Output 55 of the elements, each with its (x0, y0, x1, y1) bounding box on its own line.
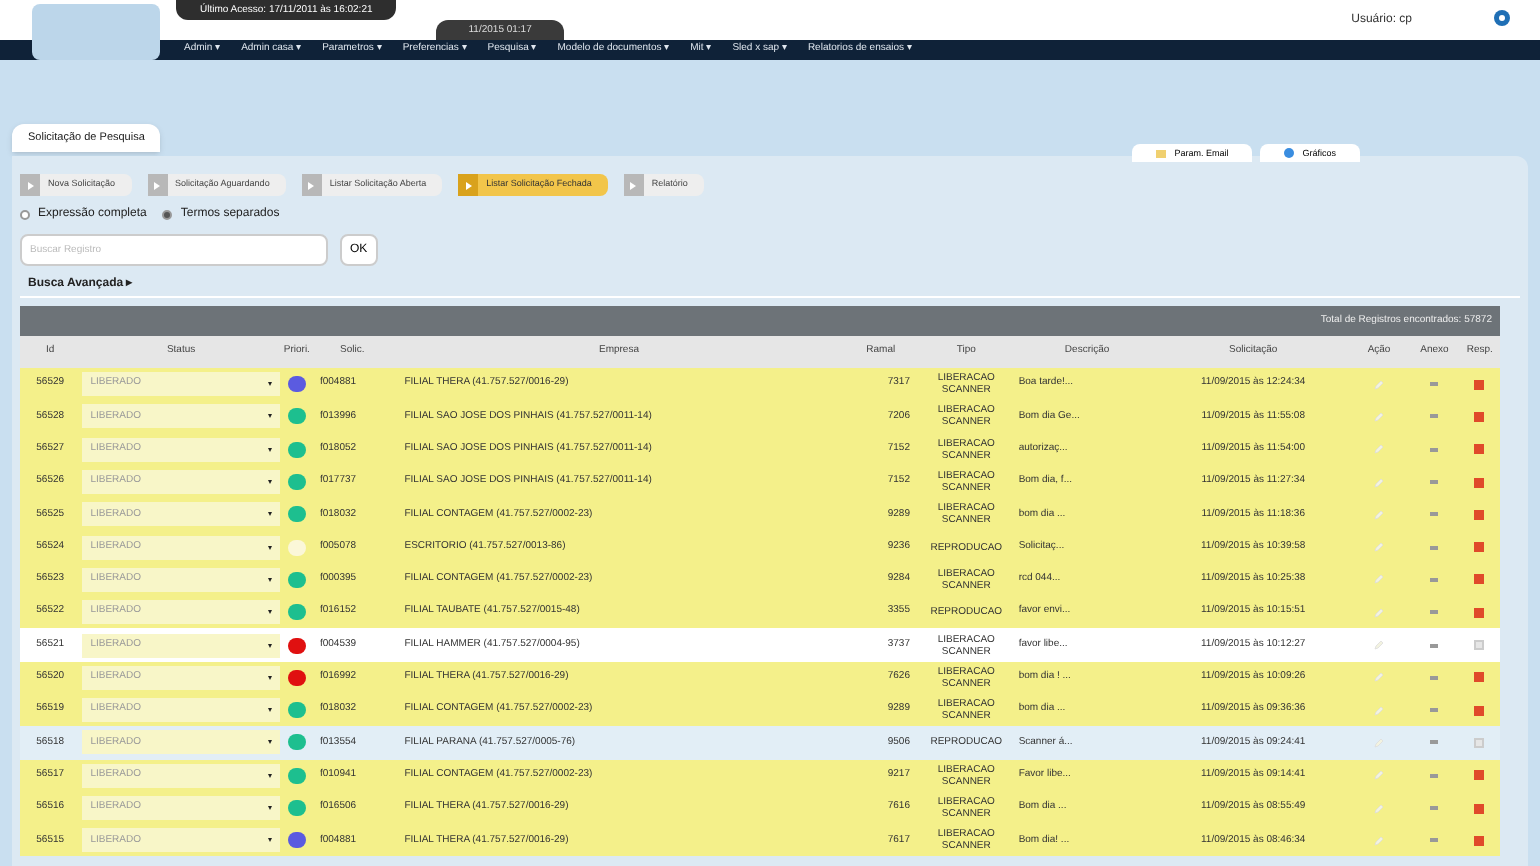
caret-icon (267, 740, 272, 745)
response-icon[interactable] (1474, 705, 1485, 716)
response-icon[interactable] (1474, 607, 1485, 618)
play-icon (154, 181, 161, 189)
response-icon[interactable] (1474, 835, 1485, 846)
response-icon[interactable] (1474, 574, 1485, 585)
caret-icon (267, 545, 272, 550)
attachment-icon[interactable] (1430, 382, 1439, 387)
response-icon[interactable] (1474, 640, 1485, 651)
caret-icon (267, 610, 272, 615)
mail-icon (1156, 149, 1167, 157)
response-icon[interactable] (1474, 379, 1485, 390)
caret-icon (267, 512, 272, 517)
response-icon[interactable] (1474, 444, 1485, 455)
response-icon[interactable] (1474, 477, 1485, 488)
chart-icon (1284, 148, 1295, 158)
attachment-icon[interactable] (1430, 545, 1439, 550)
attachment-icon[interactable] (1430, 675, 1439, 680)
radio-button[interactable] (162, 210, 173, 220)
caret-icon (267, 480, 272, 485)
response-icon[interactable] (1474, 542, 1485, 553)
caret-icon (267, 708, 272, 713)
attachment-icon[interactable] (1430, 643, 1439, 648)
caret-icon (267, 577, 272, 582)
caret-icon (267, 806, 272, 810)
radio-button[interactable] (20, 210, 30, 220)
caret-icon (267, 643, 272, 648)
response-icon[interactable] (1474, 803, 1485, 813)
attachment-icon[interactable] (1430, 414, 1439, 419)
attachment-icon[interactable] (1430, 447, 1439, 452)
caret-icon (267, 773, 272, 778)
play-icon (308, 181, 315, 189)
play-icon (630, 181, 637, 189)
caret-icon (267, 838, 272, 843)
caret-icon (267, 414, 272, 419)
attachment-icon[interactable] (1430, 708, 1439, 713)
caret-icon (267, 675, 272, 680)
attachment-icon[interactable] (1430, 610, 1439, 615)
attachment-icon[interactable] (1430, 838, 1439, 843)
attachment-icon[interactable] (1430, 480, 1439, 485)
response-icon[interactable] (1474, 672, 1485, 683)
attachment-icon[interactable] (1430, 577, 1439, 582)
pencil-icon[interactable] (1374, 640, 1385, 651)
logo-placeholder (32, 4, 160, 60)
response-icon[interactable] (1474, 509, 1485, 520)
play-icon (27, 181, 33, 189)
caret-icon (267, 447, 272, 452)
settings-icon[interactable] (1492, 8, 1512, 28)
response-icon[interactable] (1474, 411, 1485, 422)
caret-icon (267, 382, 272, 387)
response-icon[interactable] (1474, 770, 1485, 781)
play-icon (465, 181, 472, 189)
attachment-icon[interactable] (1430, 773, 1439, 778)
attachment-icon[interactable] (1430, 740, 1439, 745)
attachment-icon[interactable] (1430, 512, 1439, 517)
